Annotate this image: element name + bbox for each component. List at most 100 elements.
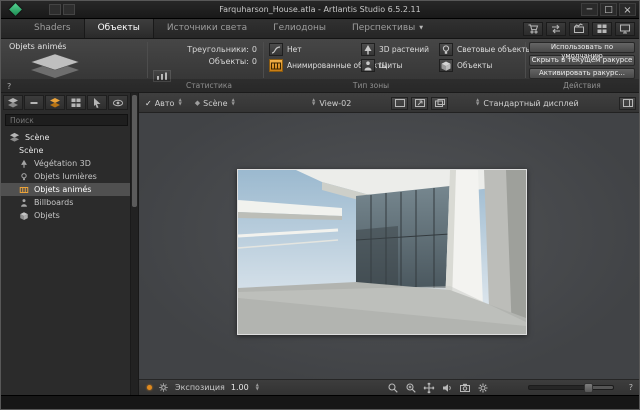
sidebar-scrollbar[interactable] [130, 93, 138, 395]
gear-icon[interactable] [476, 382, 491, 394]
auto-checkbox[interactable]: ✓ [145, 99, 152, 108]
expand-view-button[interactable] [411, 96, 428, 110]
type-none-button[interactable]: Нет [269, 43, 302, 56]
dual-view-button[interactable] [431, 96, 448, 110]
fit-view-button[interactable] [391, 96, 408, 110]
view-stepper[interactable]: ▲ ▼ [312, 99, 315, 106]
maximize-button[interactable]: □ [600, 3, 617, 16]
use-default-button[interactable]: Использовать по умолчанию [529, 42, 635, 60]
display-stepper[interactable]: ▲ ▼ [476, 99, 479, 106]
zoom-slider[interactable] [527, 383, 614, 393]
animated-objects-icon [269, 59, 283, 72]
scene-tree: Scène Scène Végétation 3D Objets lumière… [1, 131, 130, 222]
visibility-toggle-button[interactable] [108, 95, 128, 110]
tab-shaders[interactable]: Shaders [21, 19, 84, 38]
scene-icon [9, 132, 20, 143]
bulb-icon [439, 43, 453, 56]
view-selector-group: ▲ ▼ View-02 [311, 93, 351, 113]
media-icon[interactable] [569, 22, 589, 36]
display-selector[interactable]: Стандартный дисплей [483, 99, 578, 108]
exposure-value[interactable]: 1.00 [231, 383, 249, 392]
section-labels-strip: Статистика Тип зоны Действия [1, 79, 639, 92]
sidebar-toolbar [3, 95, 128, 110]
pan-icon[interactable] [422, 382, 437, 394]
view-selector[interactable]: View-02 [319, 99, 351, 108]
exposure-label: Экспозиция [175, 383, 225, 392]
chevron-down-icon: ▼ [419, 25, 424, 31]
cube-icon [439, 59, 453, 72]
help-button[interactable]: ? [629, 383, 633, 392]
auto-scene-group: ✓ Авто ▲ ▼ ◆ Scène ▲ ▼ [145, 93, 236, 113]
bulb-icon [19, 172, 29, 182]
type-zone-section-label: Тип зоны [352, 81, 390, 90]
billboard-person-icon [361, 59, 375, 72]
camera-icon[interactable] [458, 382, 473, 394]
main-area: ✓ Авто ▲ ▼ ◆ Scène ▲ ▼ ▲ ▼ View-02 ▲ ▼ Станд… [139, 93, 639, 395]
window-controls: ─ □ × [581, 3, 636, 16]
actions-block: Использовать по умолчанию Скрыть в текущ… [529, 42, 635, 81]
cube-icon [19, 211, 29, 221]
zoom-icon[interactable] [386, 382, 401, 394]
speaker-icon[interactable] [440, 382, 455, 394]
activate-view-button[interactable]: Активировать ракурс... [529, 68, 635, 79]
tab-perspectives[interactable]: Перспективы ▼ [339, 19, 436, 38]
divider [147, 42, 148, 78]
billboard-person-icon [19, 198, 29, 208]
apps-grid-icon[interactable] [592, 22, 612, 36]
cart-icon[interactable] [523, 22, 543, 36]
menubar-icons [523, 22, 635, 36]
grid-view-button[interactable] [66, 95, 86, 110]
animated-filter-button[interactable] [45, 95, 65, 110]
statistics-block: Треугольники: 0 Объекты: 0 [151, 44, 257, 68]
close-button[interactable]: × [619, 3, 636, 16]
layers-filter-button[interactable] [3, 95, 23, 110]
auto-stepper[interactable]: ▲ ▼ [178, 99, 181, 106]
tree-item-light-objects[interactable]: Objets lumières [1, 170, 130, 183]
monitor-icon[interactable] [615, 22, 635, 36]
type-billboards-button[interactable]: Щиты [361, 59, 402, 72]
sidebar: Scène Scène Végétation 3D Objets lumière… [1, 93, 139, 395]
objects-stat: Объекты: 0 [208, 57, 257, 66]
swap-arrows-icon[interactable] [546, 22, 566, 36]
tab-lights[interactable]: Источники света [154, 19, 260, 38]
tree-icon [361, 43, 375, 56]
magnify-icon[interactable] [404, 382, 419, 394]
viewport-bottom-bar: Экспозиция 1.00 ▲ ▼ ? [139, 379, 639, 395]
type-objects-button[interactable]: Объекты [439, 59, 492, 72]
tab-objects[interactable]: Объекты [83, 19, 154, 38]
app-window: Farquharson_House.atla - Artlantis Studi… [0, 0, 640, 410]
minimize-button[interactable]: ─ [581, 3, 598, 16]
tree-item-animated-objects[interactable]: Objets animés [1, 183, 130, 196]
exposure-stepper[interactable]: ▲ ▼ [256, 383, 259, 391]
tree-item-scene[interactable]: Scène [1, 144, 130, 157]
tree-item-objects[interactable]: Objets [1, 209, 130, 222]
type-light-objects-button[interactable]: Световые объекты [439, 43, 532, 56]
type-3d-plants-button[interactable]: 3D растений [361, 43, 429, 56]
actions-section-label: Действия [563, 81, 601, 90]
animated-objects-icon [19, 185, 29, 195]
panel-toggle-button[interactable] [619, 96, 636, 110]
zoom-slider-thumb[interactable] [583, 383, 593, 393]
preview-render[interactable] [237, 169, 527, 335]
tab-heliodons[interactable]: Гелиодоны [260, 19, 339, 38]
status-dot-icon [147, 385, 152, 390]
search-input[interactable] [5, 114, 128, 126]
triangles-stat: Треугольники: 0 [187, 45, 257, 54]
tree-item-billboards[interactable]: Billboards [1, 196, 130, 209]
tree-icon [19, 159, 29, 169]
statistics-section-label: Статистика [186, 81, 232, 90]
scrollbar-thumb[interactable] [132, 95, 137, 207]
tree-item-scene-root[interactable]: Scène [1, 131, 130, 144]
tree-item-vegetation[interactable]: Végétation 3D [1, 157, 130, 170]
exposure-group: Экспозиция 1.00 ▲ ▼ [139, 382, 260, 393]
dash-filter-button[interactable] [24, 95, 44, 110]
scene-diamond-icon: ◆ [194, 99, 201, 107]
exposure-settings-icon[interactable] [158, 382, 169, 393]
scene-selector[interactable]: Scène [203, 99, 227, 108]
scene-stepper[interactable]: ▲ ▼ [232, 99, 235, 106]
hide-in-view-button[interactable]: Скрыть в текущем ракурсе [529, 55, 635, 66]
cursor-tool-button[interactable] [87, 95, 107, 110]
window-title: Farquharson_House.atla - Artlantis Studi… [219, 5, 421, 14]
viewport[interactable] [139, 113, 639, 379]
display-selector-group: ▲ ▼ Стандартный дисплей [475, 93, 579, 113]
